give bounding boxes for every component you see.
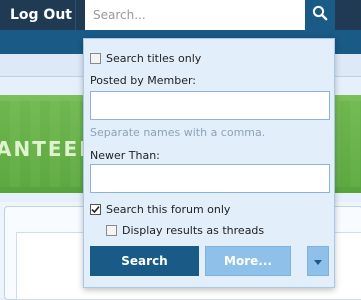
checkmark-icon	[91, 206, 100, 214]
search-icon	[312, 5, 328, 25]
submit-search-button[interactable]: Search	[90, 246, 199, 276]
display-as-threads-option[interactable]: Display results as threads	[106, 224, 264, 237]
search-options-panel: Search titles only Posted by Member: Sep…	[83, 38, 335, 288]
search-titles-only-checkbox[interactable]	[90, 53, 101, 64]
search-titles-only-option[interactable]: Search titles only	[90, 52, 201, 65]
search-box	[85, 0, 305, 30]
display-as-threads-checkbox[interactable]	[106, 225, 117, 236]
search-input[interactable]	[85, 0, 301, 30]
posted-by-hint: Separate names with a comma.	[90, 126, 266, 139]
search-this-forum-option[interactable]: Search this forum only	[90, 203, 230, 216]
newer-than-label: Newer Than:	[90, 149, 160, 162]
search-this-forum-checkbox[interactable]	[90, 204, 101, 215]
divider	[75, 0, 76, 30]
display-as-threads-label: Display results as threads	[122, 224, 265, 237]
newer-than-field[interactable]	[90, 164, 330, 193]
logout-link[interactable]: Log Out	[10, 7, 72, 23]
more-options-button[interactable]: More...	[205, 246, 291, 276]
search-menu-toggle[interactable]	[307, 246, 329, 276]
chevron-down-icon	[314, 254, 322, 268]
search-this-forum-label: Search this forum only	[106, 203, 231, 216]
search-titles-only-label: Search titles only	[106, 52, 202, 65]
posted-by-label: Posted by Member:	[90, 74, 197, 87]
posted-by-member-field[interactable]	[90, 91, 330, 120]
search-button[interactable]	[305, 0, 335, 30]
